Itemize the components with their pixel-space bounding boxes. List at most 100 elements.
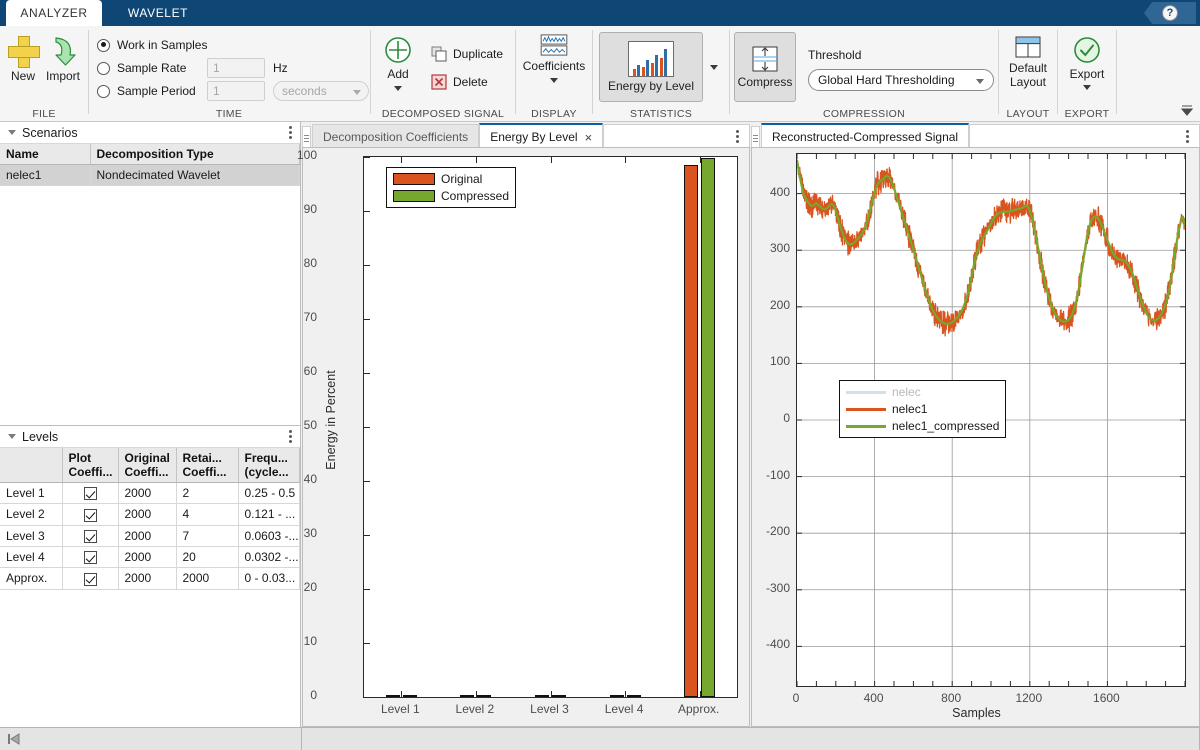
tab-analyzer[interactable]: ANALYZER (6, 0, 102, 26)
x-axis-tick-label: Approx. (659, 702, 739, 716)
table-row[interactable]: Level 1200020.25 - 0.5 (0, 483, 300, 504)
collapse-ribbon-button[interactable] (1180, 103, 1194, 117)
ribbon-group-time: Work in Samples Sample Rate Sample Perio… (89, 26, 369, 122)
chevron-down-icon[interactable] (1083, 85, 1091, 90)
chevron-down-icon (353, 90, 361, 95)
energy-bar (460, 695, 474, 697)
plot-coefficients-checkbox[interactable] (84, 573, 97, 586)
statistics-overflow-button[interactable] (705, 32, 723, 102)
chevron-down-icon[interactable] (550, 78, 558, 83)
collapse-triangle-icon[interactable] (8, 434, 16, 439)
x-axis-tick-label: Level 2 (435, 702, 515, 716)
plot-coefficients-checkbox[interactable] (84, 530, 97, 543)
scenarios-col-name: Name (0, 144, 90, 165)
level-plot-cell[interactable] (62, 546, 118, 567)
radio-sample-rate[interactable]: Sample Rate (97, 59, 186, 77)
legend-entry: nelec1 (846, 402, 999, 416)
tab-decomposition-coefficients-label: Decomposition Coefficients (323, 130, 468, 144)
energy-bar (627, 695, 641, 697)
export-button-label: Export (1070, 67, 1105, 81)
plot-coefficients-checkbox[interactable] (84, 509, 97, 522)
import-button[interactable]: Import (40, 36, 86, 83)
table-row[interactable]: Level 3200070.0603 -... (0, 525, 300, 546)
sample-rate-input[interactable]: 1 (207, 58, 265, 78)
plot-coefficients-checkbox[interactable] (84, 487, 97, 500)
table-row[interactable]: Level 2200040.121 - ... (0, 504, 300, 525)
level-plot-cell[interactable] (62, 504, 118, 525)
sample-period-input[interactable]: 1 (207, 81, 265, 101)
default-layout-label-line1: Default (1009, 61, 1047, 75)
radio-work-in-samples[interactable]: Work in Samples (97, 36, 207, 54)
energy-chart-legend: OriginalCompressed (386, 167, 516, 208)
tab-reconstructed-compressed-signal-label: Reconstructed-Compressed Signal (772, 130, 958, 144)
tab-energy-by-level[interactable]: Energy By Level × (479, 123, 603, 149)
y-axis-tick (364, 319, 370, 320)
level-plot-cell[interactable] (62, 568, 118, 589)
level-plot-cell[interactable] (62, 525, 118, 546)
tab-wavelet[interactable]: WAVELET (110, 0, 206, 26)
energy-chart-axes: OriginalCompressed (363, 156, 738, 698)
energy-bar (386, 695, 400, 697)
scenarios-col-type: Decomposition Type (90, 144, 300, 165)
legend-entry: nelec1_compressed (846, 419, 999, 433)
chevron-down-icon (710, 65, 718, 70)
signal-chart-xlabel: Samples (752, 706, 1200, 720)
tab-decomposition-coefficients[interactable]: Decomposition Coefficients (312, 124, 479, 149)
add-button[interactable]: Add (375, 36, 421, 91)
sample-period-unit-select[interactable]: seconds (273, 81, 369, 101)
level-frequency-range: 0.121 - ... (238, 504, 300, 525)
y-axis-tick-label: 90 (277, 202, 317, 216)
table-row[interactable]: nelec1 Nondecimated Wavelet (0, 165, 300, 186)
table-row[interactable]: Approx.200020000 - 0.03... (0, 568, 300, 589)
energy-by-level-toggle[interactable]: Energy by Level (599, 32, 703, 102)
compress-button[interactable]: Compress (734, 32, 796, 102)
export-check-icon (1073, 36, 1101, 64)
levels-col-original: Original Coeffi... (118, 448, 176, 483)
scenarios-options-button[interactable] (289, 126, 292, 140)
levels-col-frequency-l1: Frequ... (245, 451, 294, 465)
export-button[interactable]: Export (1064, 36, 1110, 90)
threshold-select-value: Global Hard Thresholding (818, 73, 955, 87)
left-panel-options-button[interactable] (736, 130, 739, 144)
close-icon[interactable]: × (585, 131, 593, 144)
skip-to-start-icon[interactable] (7, 732, 21, 746)
right-panel-options-button[interactable] (1186, 130, 1189, 144)
help-button[interactable]: ? (1144, 2, 1196, 24)
energy-bar (477, 695, 491, 697)
x-axis-tick-label: Level 4 (584, 702, 664, 716)
coefficients-button[interactable]: Coefficients (524, 34, 584, 83)
ribbon-group-compression-label: COMPRESSION (730, 108, 998, 120)
x-axis-tick-label: 0 (766, 691, 826, 705)
threshold-select[interactable]: Global Hard Thresholding (808, 69, 994, 91)
default-layout-button[interactable]: Default Layout (1003, 36, 1053, 89)
coefficients-icon (540, 34, 568, 56)
tab-reconstructed-compressed-signal[interactable]: Reconstructed-Compressed Signal (761, 123, 969, 149)
tab-drag-handle[interactable] (302, 126, 311, 149)
ribbon-group-display: Coefficients DISPLAY (516, 26, 592, 122)
level-plot-cell[interactable] (62, 483, 118, 504)
duplicate-button[interactable]: Duplicate (431, 46, 503, 62)
x-axis-tick-label: 800 (921, 691, 981, 705)
sample-rate-unit-label: Hz (273, 61, 288, 75)
new-button-label: New (11, 69, 35, 83)
y-axis-tick-label: 40 (277, 472, 317, 486)
energy-bar (610, 695, 624, 697)
legend-swatch (393, 190, 435, 202)
collapse-triangle-icon[interactable] (8, 130, 16, 135)
levels-col-plot: Plot Coeffi... (62, 448, 118, 483)
ribbon-toolbar: New Import FILE Work in Samples Sample R… (0, 26, 1200, 122)
radio-sample-period[interactable]: Sample Period (97, 82, 196, 100)
table-row[interactable]: Level 42000200.0302 -... (0, 546, 300, 567)
levels-options-button[interactable] (289, 430, 292, 444)
plot-coefficients-checkbox[interactable] (84, 551, 97, 564)
delete-button[interactable]: Delete (431, 74, 488, 90)
add-button-label: Add (387, 67, 408, 81)
radio-label-sample-period: Sample Period (117, 84, 196, 98)
level-original-count: 2000 (118, 483, 176, 504)
energy-bar-chart-icon (628, 41, 674, 77)
levels-header: Levels (0, 426, 300, 448)
chevron-down-icon[interactable] (394, 86, 402, 91)
status-bar (0, 727, 1200, 750)
status-bar-right (302, 728, 1200, 750)
tab-drag-handle[interactable] (751, 126, 760, 149)
